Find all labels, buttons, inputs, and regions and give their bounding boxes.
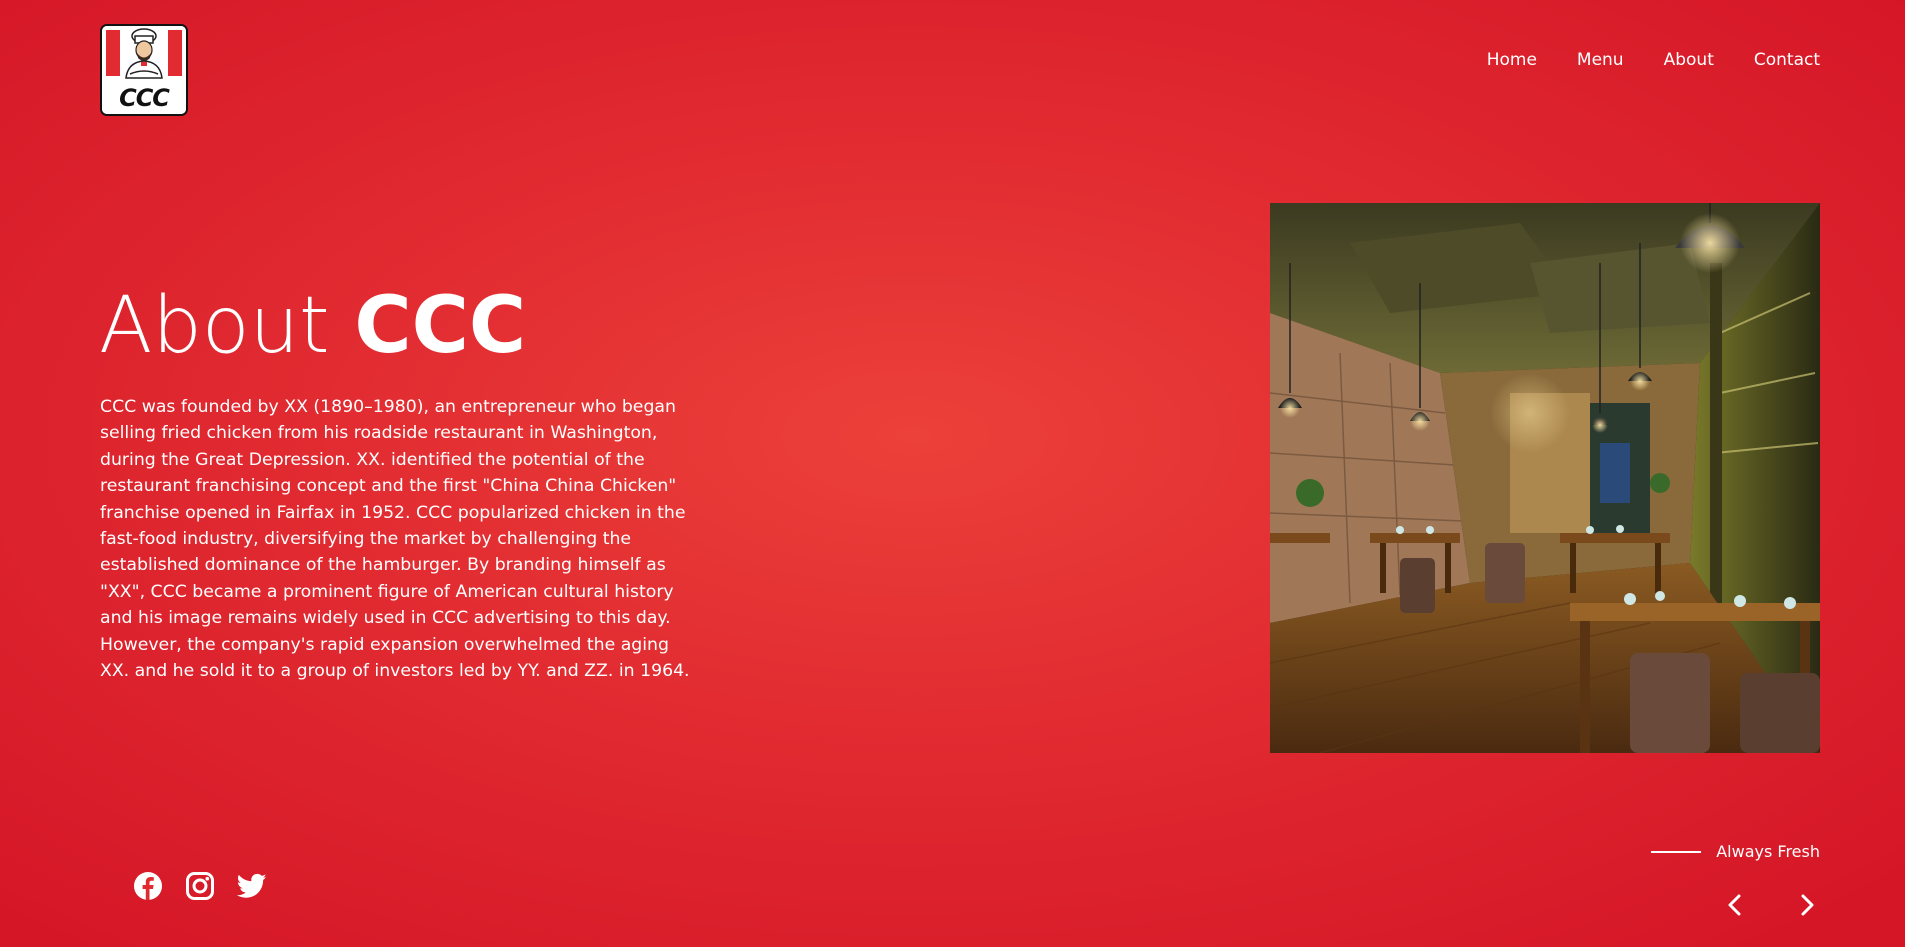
nav-menu[interactable]: Menu — [1577, 50, 1624, 70]
twitter-icon[interactable] — [237, 871, 267, 901]
instagram-icon[interactable] — [185, 871, 215, 901]
main-nav: Home Menu About Contact — [1487, 50, 1820, 70]
restaurant-photo — [1270, 203, 1820, 753]
social-links — [133, 871, 267, 901]
chevron-right-icon[interactable] — [1796, 890, 1820, 920]
tagline-text: Always Fresh — [1716, 842, 1820, 861]
chevron-left-icon[interactable] — [1722, 890, 1746, 920]
nav-home[interactable]: Home — [1487, 50, 1537, 70]
carousel-controls — [1722, 890, 1820, 920]
facebook-icon[interactable] — [133, 871, 163, 901]
page-title: About CCC — [99, 280, 526, 372]
nav-contact[interactable]: Contact — [1754, 50, 1820, 70]
brand-logo[interactable]: CCC — [100, 24, 188, 116]
tagline-divider — [1651, 850, 1702, 853]
nav-about[interactable]: About — [1664, 50, 1714, 70]
title-bold: CCC — [354, 281, 527, 371]
tagline: Always Fresh — [1651, 842, 1820, 861]
logo-text: CCC — [119, 84, 170, 112]
title-light: About — [99, 281, 330, 371]
about-paragraph: CCC was founded by XX (1890–1980), an en… — [100, 397, 690, 682]
